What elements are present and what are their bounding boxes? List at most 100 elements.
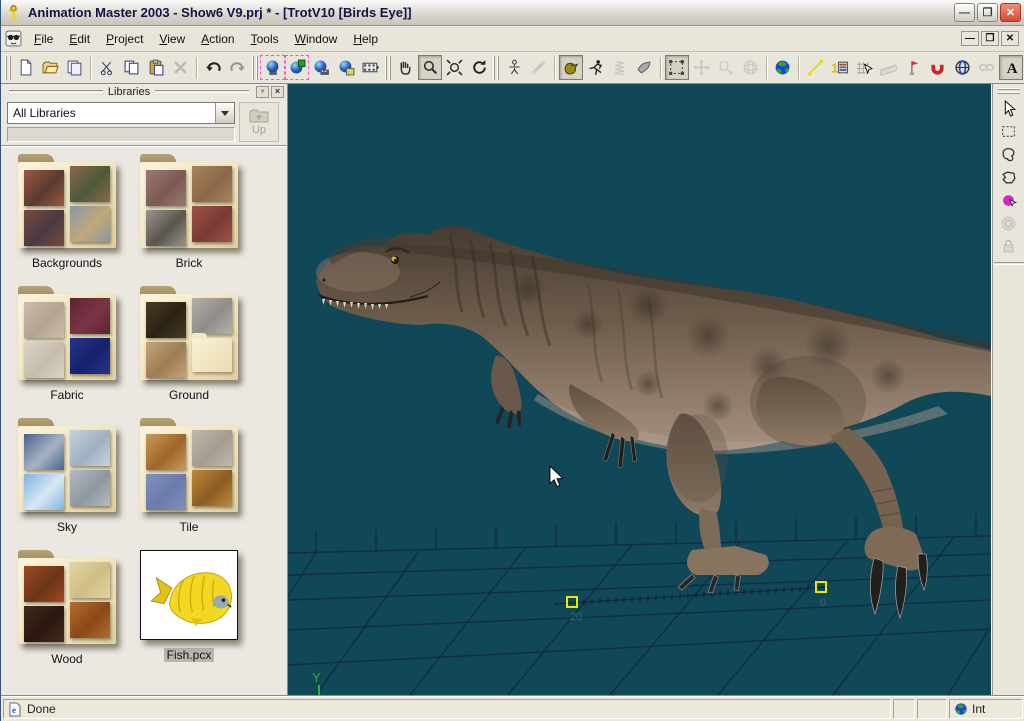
internet-globe-icon [954, 702, 968, 716]
menu-view[interactable]: View [151, 29, 193, 49]
delete-button[interactable] [168, 55, 192, 80]
snap-to-grid-button[interactable] [852, 55, 876, 80]
action-mode-button[interactable] [583, 55, 607, 80]
chevron-down-icon[interactable] [215, 103, 234, 123]
rect-select-tool-button[interactable] [996, 121, 1022, 142]
close-button[interactable]: ✕ [1000, 3, 1021, 22]
world-axis-button[interactable] [950, 55, 974, 80]
poly-lasso-tool-button[interactable] [996, 167, 1022, 188]
runner-icon [587, 59, 604, 76]
menu-project[interactable]: Project [98, 29, 151, 49]
hide-tool-button[interactable] [996, 213, 1022, 234]
penline-icon [807, 59, 824, 76]
library-item-label: Sky [54, 520, 80, 534]
world-view-button[interactable] [771, 55, 795, 80]
copyic-icon [123, 59, 140, 76]
lock-tool-button[interactable] [996, 236, 1022, 257]
library-item-sky[interactable]: Sky [11, 418, 123, 550]
lasso-select-tool-button[interactable] [996, 144, 1022, 165]
menu-file[interactable]: File [26, 29, 61, 49]
link-button[interactable] [974, 55, 998, 80]
texture-thumbnail [146, 434, 186, 470]
redo-button[interactable] [225, 55, 249, 80]
skeletal-mode-button[interactable] [559, 55, 583, 80]
library-item-fish-pcx[interactable]: Fish.pcx [133, 550, 245, 682]
rotate-manipulator-button[interactable] [738, 55, 762, 80]
panel-rollup-button[interactable]: ▾ [256, 86, 269, 98]
translate-manipulator-button[interactable] [689, 55, 713, 80]
minimize-button[interactable]: — [954, 3, 975, 22]
texture-thumbnail [70, 298, 110, 334]
muscle-mode-button[interactable] [632, 55, 656, 80]
project-window-icon [5, 30, 22, 47]
texture-thumbnail [24, 434, 64, 470]
scale-manipulator-button[interactable] [714, 55, 738, 80]
snap-magnet-button[interactable] [925, 55, 949, 80]
zoom-fit-button[interactable] [442, 55, 466, 80]
menu-help[interactable]: Help [345, 29, 386, 49]
menu-bar: FileEditProjectViewActionToolsWindowHelp… [1, 26, 1024, 52]
turn-view-button[interactable] [467, 55, 491, 80]
library-item-label: Fish.pcx [164, 648, 215, 662]
undo-button[interactable] [201, 55, 225, 80]
library-item-fabric[interactable]: Fabric [11, 286, 123, 418]
paste-icon [148, 59, 165, 76]
save-animation-button[interactable] [334, 55, 358, 80]
select-tool-button[interactable] [996, 98, 1022, 119]
restore-button[interactable]: ❐ [977, 3, 998, 22]
animation-frames-button[interactable] [358, 55, 382, 80]
library-item-backgrounds[interactable]: Backgrounds [11, 154, 123, 286]
group-pick-tool-button[interactable] [996, 190, 1022, 211]
texture-thumbnail [146, 474, 186, 510]
pin-button[interactable] [901, 55, 925, 80]
zoom-button[interactable] [418, 55, 442, 80]
texture-thumbnail [70, 338, 110, 374]
marquee-icon [1000, 123, 1017, 140]
status-message: Done [27, 702, 56, 716]
menu-edit[interactable]: Edit [61, 29, 98, 49]
menu-window[interactable]: Window [287, 29, 346, 49]
measure-button[interactable] [876, 55, 900, 80]
hidecirc-icon [1000, 215, 1017, 232]
save-all-button[interactable] [63, 55, 87, 80]
trex-model[interactable] [316, 226, 991, 618]
texture-thumbnail [146, 302, 186, 338]
menu-action[interactable]: Action [193, 29, 242, 49]
new-document-button[interactable] [14, 55, 38, 80]
library-item-tile[interactable]: Tile [133, 418, 245, 550]
library-item-wood[interactable]: Wood [11, 550, 123, 682]
library-item-label: Brick [173, 256, 206, 270]
texture-thumbnail [24, 606, 64, 642]
saveall-icon [66, 59, 83, 76]
menu-items: FileEditProjectViewActionToolsWindowHelp [26, 29, 386, 49]
open-project-button[interactable] [38, 55, 62, 80]
mdi-close-button[interactable]: ✕ [1001, 31, 1019, 46]
library-item-brick[interactable]: Brick [133, 154, 245, 286]
modeling-mode-button[interactable] [502, 55, 526, 80]
keyframe-panel-button[interactable] [827, 55, 851, 80]
library-item-ground[interactable]: Ground [133, 286, 245, 418]
library-filter-dropdown[interactable]: All Libraries [7, 102, 235, 124]
viewport-birds-eye[interactable]: 200 [288, 84, 991, 695]
movearrows-icon [693, 59, 710, 76]
mdi-restore-button[interactable]: ❐ [981, 31, 999, 46]
cut-button[interactable] [95, 55, 119, 80]
bounding-box-mode-button[interactable] [665, 55, 689, 80]
status-panel-2 [917, 699, 947, 719]
panel-close-button[interactable]: × [271, 86, 284, 98]
render-mode-button[interactable] [260, 55, 284, 80]
dynamics-mode-button[interactable] [608, 55, 632, 80]
add-path-button[interactable] [803, 55, 827, 80]
folderopen-icon [42, 59, 59, 76]
text-tool-button[interactable] [999, 55, 1023, 80]
menu-tools[interactable]: Tools [243, 29, 287, 49]
paste-button[interactable] [144, 55, 168, 80]
up-folder-button[interactable]: Up [239, 102, 279, 142]
render-to-file-button[interactable] [285, 55, 309, 80]
svg-text:e: e [12, 705, 16, 715]
mdi-minimize-button[interactable]: — [961, 31, 979, 46]
copy-button[interactable] [119, 55, 143, 80]
pan-button[interactable] [393, 55, 417, 80]
preview-render-button[interactable] [309, 55, 333, 80]
bones-mode-button[interactable] [526, 55, 550, 80]
